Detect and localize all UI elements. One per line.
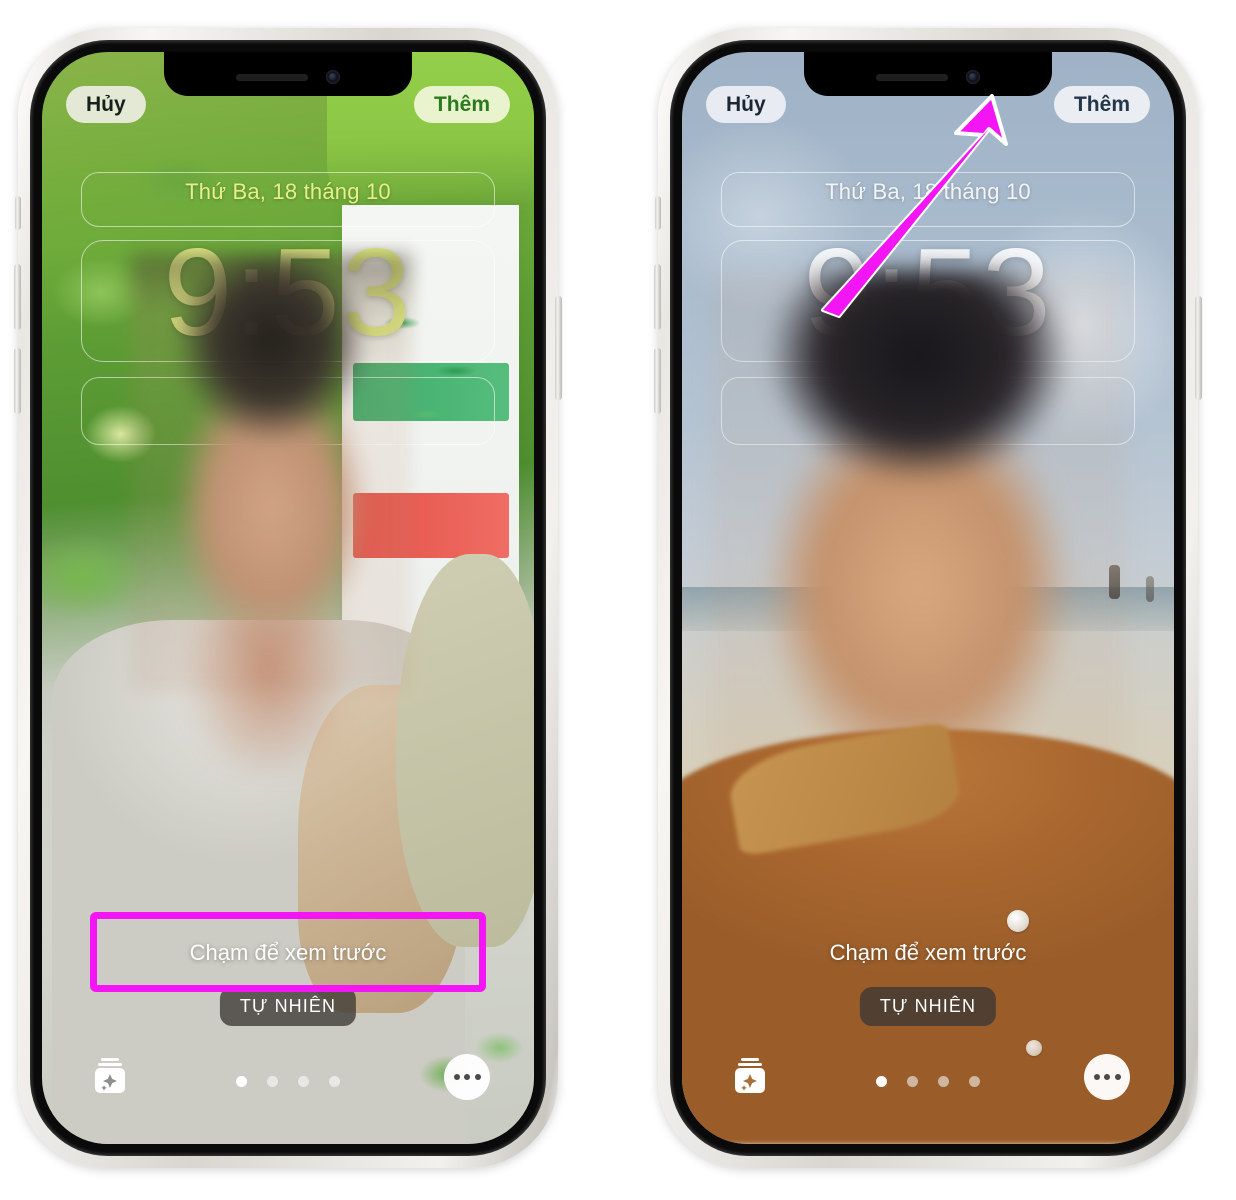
device-bezel-left: Thứ Ba, 18 tháng 10 9:53 Hủy Thêm: [30, 40, 546, 1156]
ellipsis-dot-1-right: [1093, 1074, 1100, 1080]
page-dot-4[interactable]: [329, 1076, 340, 1087]
add-button-right[interactable]: Thêm: [1053, 85, 1150, 123]
cancel-button-right[interactable]: Hủy: [706, 85, 786, 123]
screen-left: Thứ Ba, 18 tháng 10 9:53 Hủy Thêm: [42, 52, 534, 1144]
volume-down-button-right[interactable]: [654, 348, 661, 414]
ellipsis-dot-2: [464, 1074, 470, 1080]
editor-topbar-right: Hủy Thêm: [682, 82, 1174, 126]
earpiece-speaker-icon: [236, 73, 308, 81]
page-dot-2-right[interactable]: [907, 1076, 918, 1087]
annotation-highlight-box: [90, 912, 486, 992]
earpiece-speaker-icon-right: [876, 73, 948, 81]
shirt-button-1: [1006, 910, 1029, 933]
page-dot-1-right[interactable]: [876, 1076, 887, 1087]
iphone-device-left: Thứ Ba, 18 tháng 10 9:53 Hủy Thêm: [14, 28, 562, 1168]
mute-switch-right[interactable]: [655, 196, 661, 230]
ellipsis-dot-3: [474, 1074, 481, 1080]
volume-up-button-right[interactable]: [654, 264, 661, 330]
iphone-device-right: Thứ Ba, 18 tháng 10 9:53 Hủy Thêm C: [654, 28, 1202, 1168]
volume-down-button-left[interactable]: [14, 348, 21, 414]
page-dot-3[interactable]: [298, 1076, 309, 1087]
page-dot-4-right[interactable]: [969, 1076, 980, 1087]
power-button-left[interactable]: [555, 296, 562, 400]
ellipsis-dot-1: [453, 1074, 460, 1080]
more-options-button-left[interactable]: [444, 1054, 490, 1100]
lockscreen-date: Thứ Ba, 18 tháng 10: [185, 178, 391, 204]
screenshot-stage: Thứ Ba, 18 tháng 10 9:53 Hủy Thêm: [0, 0, 1236, 1200]
screen-right: Thứ Ba, 18 tháng 10 9:53 Hủy Thêm C: [682, 52, 1174, 1144]
lockscreen-date-right: Thứ Ba, 18 tháng 10: [825, 178, 1031, 204]
page-dots-left[interactable]: [236, 1076, 340, 1087]
power-button-right[interactable]: [1195, 296, 1202, 400]
tap-to-preview-label-right[interactable]: Chạm để xem trước: [682, 940, 1174, 966]
volume-up-button-left[interactable]: [14, 264, 21, 330]
photo-stack-sparkle-icon-left[interactable]: [90, 1056, 130, 1096]
page-dot-2[interactable]: [267, 1076, 278, 1087]
editor-topbar-left: Hủy Thêm: [42, 82, 534, 126]
page-dot-3-right[interactable]: [938, 1076, 949, 1087]
add-button-left[interactable]: Thêm: [413, 85, 510, 123]
ellipsis-dot-3-right: [1114, 1074, 1121, 1080]
photo-style-chip-right[interactable]: TỰ NHIÊN: [859, 987, 997, 1026]
more-options-button-right[interactable]: [1084, 1054, 1130, 1100]
subject-face-blurred-left: [130, 254, 411, 691]
mute-switch-left[interactable]: [15, 196, 21, 230]
ellipsis-dot-2-right: [1104, 1074, 1110, 1080]
photo-stack-sparkle-icon-right[interactable]: [730, 1056, 770, 1096]
page-dots-right[interactable]: [876, 1076, 980, 1087]
device-bezel-right: Thứ Ba, 18 tháng 10 9:53 Hủy Thêm C: [670, 40, 1186, 1156]
photo-style-chip-left[interactable]: TỰ NHIÊN: [219, 987, 357, 1026]
page-dot-1[interactable]: [236, 1076, 247, 1087]
cancel-button-left[interactable]: Hủy: [66, 85, 146, 123]
